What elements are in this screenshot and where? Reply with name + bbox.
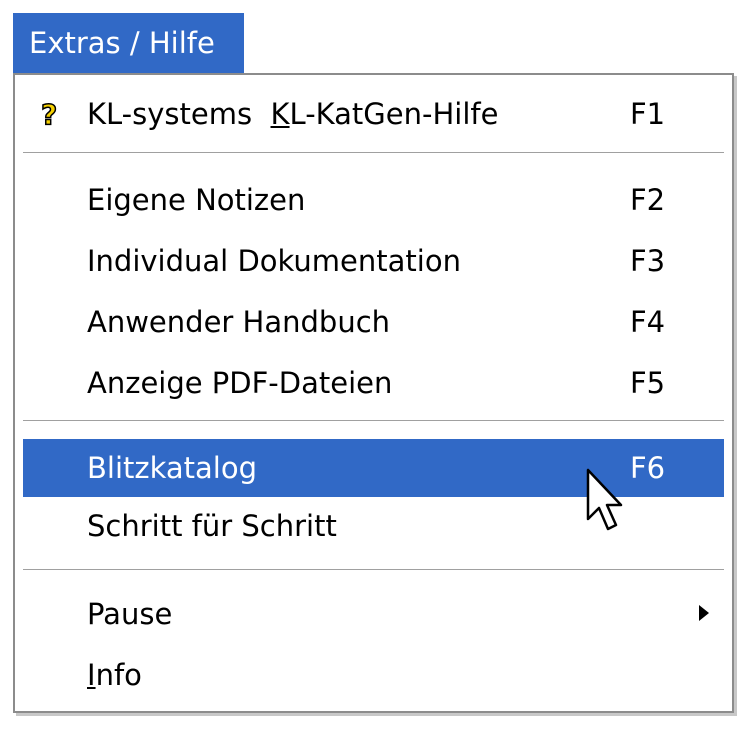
- menu-item-individual-dokumentation[interactable]: Individual Dokumentation F3: [23, 232, 724, 290]
- menu-item-label: Pause: [87, 597, 173, 631]
- menu-item-shortcut: F2: [630, 183, 666, 217]
- submenu-arrow-icon: [699, 605, 709, 621]
- menubar-item-extras-hilfe[interactable]: Extras / Hilfe: [13, 13, 244, 73]
- menu-item-label: Anwender Handbuch: [87, 305, 391, 339]
- menu-item-label: Blitzkatalog: [87, 451, 258, 485]
- menu-item-kl-katgen-hilfe[interactable]: ? KL-systems KL-KatGen-Hilfe F1: [23, 85, 724, 143]
- menu-item-shortcut: F3: [630, 244, 666, 278]
- menu-item-label: Schritt für Schritt: [87, 509, 337, 543]
- menu-item-label: KL-systems KL-KatGen-Hilfe: [87, 97, 499, 131]
- menu-item-pause[interactable]: Pause: [23, 585, 724, 643]
- menu-separator: [23, 152, 724, 154]
- menu-item-anwender-handbuch[interactable]: Anwender Handbuch F4: [23, 293, 724, 351]
- menu-item-shortcut: F6: [630, 451, 666, 485]
- menu-item-eigene-notizen[interactable]: Eigene Notizen F2: [23, 171, 724, 229]
- menu-item-label: Eigene Notizen: [87, 183, 306, 217]
- menu-item-shortcut: F5: [630, 366, 666, 400]
- help-question-icon: ?: [40, 99, 58, 129]
- menu-separator: [23, 569, 724, 571]
- menu-item-info[interactable]: Info: [23, 646, 724, 704]
- menu-separator: [23, 420, 724, 422]
- menu-item-anzeige-pdf-dateien[interactable]: Anzeige PDF-Dateien F5: [23, 354, 724, 412]
- mouse-pointer-icon: [586, 468, 623, 531]
- extras-hilfe-dropdown-menu: ? KL-systems KL-KatGen-Hilfe F1 Eigene N…: [13, 73, 734, 713]
- menu-item-label: Individual Dokumentation: [87, 244, 461, 278]
- svg-text:?: ?: [41, 99, 57, 129]
- menu-item-shortcut: F4: [630, 305, 666, 339]
- menu-item-shortcut: F1: [630, 97, 666, 131]
- menu-item-label: Info: [87, 658, 142, 692]
- menu-item-label: Anzeige PDF-Dateien: [87, 366, 393, 400]
